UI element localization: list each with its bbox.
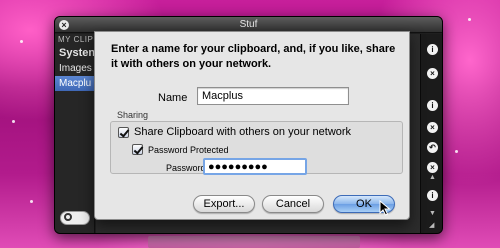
back-icon[interactable]: ↶ <box>427 142 438 153</box>
desktop-sparkle <box>30 200 33 203</box>
info-icon[interactable]: i <box>427 44 438 55</box>
info-icon[interactable]: i <box>427 100 438 111</box>
share-clipboard-sheet: Enter a name for your clipboard, and, if… <box>94 31 410 220</box>
search-field[interactable] <box>60 211 90 225</box>
share-clipboard-checkbox[interactable] <box>118 126 129 138</box>
sidebar-header: MY CLIPB <box>58 35 100 44</box>
dock-stand <box>148 236 360 248</box>
sharing-caption: Sharing <box>117 110 149 120</box>
share-clipboard-checkbox-row[interactable]: Share Clipboard with others on your netw… <box>118 126 351 138</box>
item-action-bar: i × i × ↶ × i ▲ ▼ ◢ <box>420 34 442 233</box>
sidebar-item-macplus[interactable]: Macplu <box>55 76 94 91</box>
close-icon[interactable]: × <box>427 122 438 133</box>
sidebar-item-images[interactable]: Images <box>55 61 94 76</box>
desktop-sparkle <box>20 40 23 43</box>
password-protected-label[interactable]: Password Protected <box>148 145 229 155</box>
resize-grip-icon[interactable]: ◢ <box>429 222 434 229</box>
sheet-prompt: Enter a name for your clipboard, and, if… <box>111 43 396 70</box>
close-icon[interactable]: × <box>427 68 438 79</box>
window-title: Stuf <box>239 19 258 30</box>
desktop-sparkle <box>455 150 458 153</box>
export-button[interactable]: Export... <box>193 195 255 213</box>
scroll-down-arrow-icon[interactable]: ▼ <box>429 210 436 217</box>
close-icon[interactable]: × <box>427 162 438 173</box>
scroll-up-arrow-icon[interactable]: ▲ <box>429 174 436 181</box>
share-clipboard-label[interactable]: Share Clipboard with others on your netw… <box>134 126 351 138</box>
name-label: Name <box>158 92 188 104</box>
password-protected-checkbox-row[interactable]: Password Protected <box>132 144 229 155</box>
cancel-button[interactable]: Cancel <box>262 195 324 213</box>
info-icon[interactable]: i <box>427 190 438 201</box>
sidebar: MY CLIPB Systen Images Macplu <box>55 34 100 233</box>
mouse-pointer-icon <box>379 200 391 216</box>
sidebar-item-system[interactable]: Systen <box>55 45 95 61</box>
desktop-sparkle <box>468 18 471 21</box>
password-protected-checkbox[interactable] <box>132 144 143 155</box>
desktop-sparkle <box>12 120 15 123</box>
password-field[interactable] <box>203 158 307 175</box>
name-field[interactable] <box>197 87 349 105</box>
search-icon <box>64 213 72 221</box>
password-label: Password <box>166 163 206 173</box>
